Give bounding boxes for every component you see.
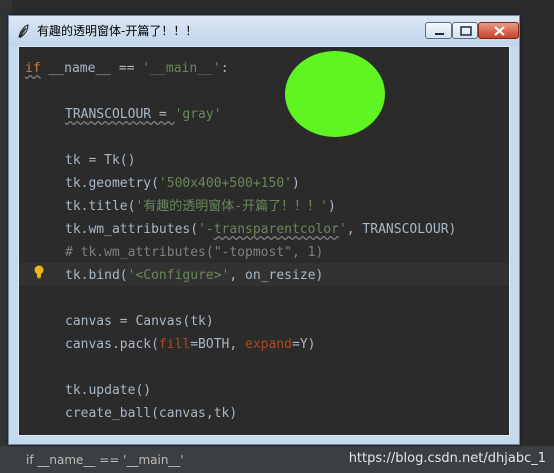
maximize-button[interactable] [452, 22, 478, 39]
minimize-button[interactable] [425, 22, 452, 39]
lightbulb-icon[interactable] [33, 265, 45, 279]
code-line-5: tk = Tk() [65, 153, 136, 168]
tk-window[interactable]: 有趣的透明窗体-开篇了！！！ if __name__ == '__main__'… [8, 15, 520, 445]
window-bottom-border [18, 436, 510, 442]
code-line-10: tk.bind('<Configure>', on_resize) [65, 268, 324, 283]
feather-icon [18, 24, 29, 38]
title-bar[interactable]: 有趣的透明窗体-开篇了！！！ [9, 16, 519, 46]
code-line-7: tk.title('有趣的透明窗体-开篇了！！！') [65, 199, 336, 214]
code-line-15: tk.update() [65, 383, 152, 398]
code-line-3: TRANSCOLOUR = 'gray' [65, 107, 222, 122]
close-icon [494, 26, 505, 36]
ide-statusbar: if __name__ == '__main__' https://blog.c… [0, 446, 554, 473]
code-line-13: canvas.pack(fill=BOTH, expand=Y) [65, 337, 316, 352]
code-line-16: create_ball(canvas,tk) [65, 406, 238, 421]
transparent-canvas[interactable]: if __name__ == '__main__': TRANSCOLOUR =… [18, 46, 510, 436]
close-button[interactable] [478, 22, 519, 39]
watermark: https://blog.csdn.net/dhjabc_1 [348, 451, 546, 466]
code-line-8: tk.wm_attributes('-transparentcolor', TR… [65, 222, 457, 237]
minimize-icon [435, 33, 444, 35]
breadcrumb[interactable]: if __name__ == '__main__' [26, 450, 184, 470]
window-title: 有趣的透明窗体-开篇了！！！ [37, 24, 198, 38]
code-line-9: # tk.wm_attributes("-topmost", 1) [65, 245, 324, 260]
green-ball[interactable] [285, 51, 385, 137]
code-line-12: canvas = Canvas(tk) [65, 314, 214, 329]
maximize-icon [460, 26, 472, 36]
code-line-6: tk.geometry('500x400+500+150') [65, 176, 300, 191]
code-line-1: if __name__ == '__main__': [25, 61, 229, 76]
